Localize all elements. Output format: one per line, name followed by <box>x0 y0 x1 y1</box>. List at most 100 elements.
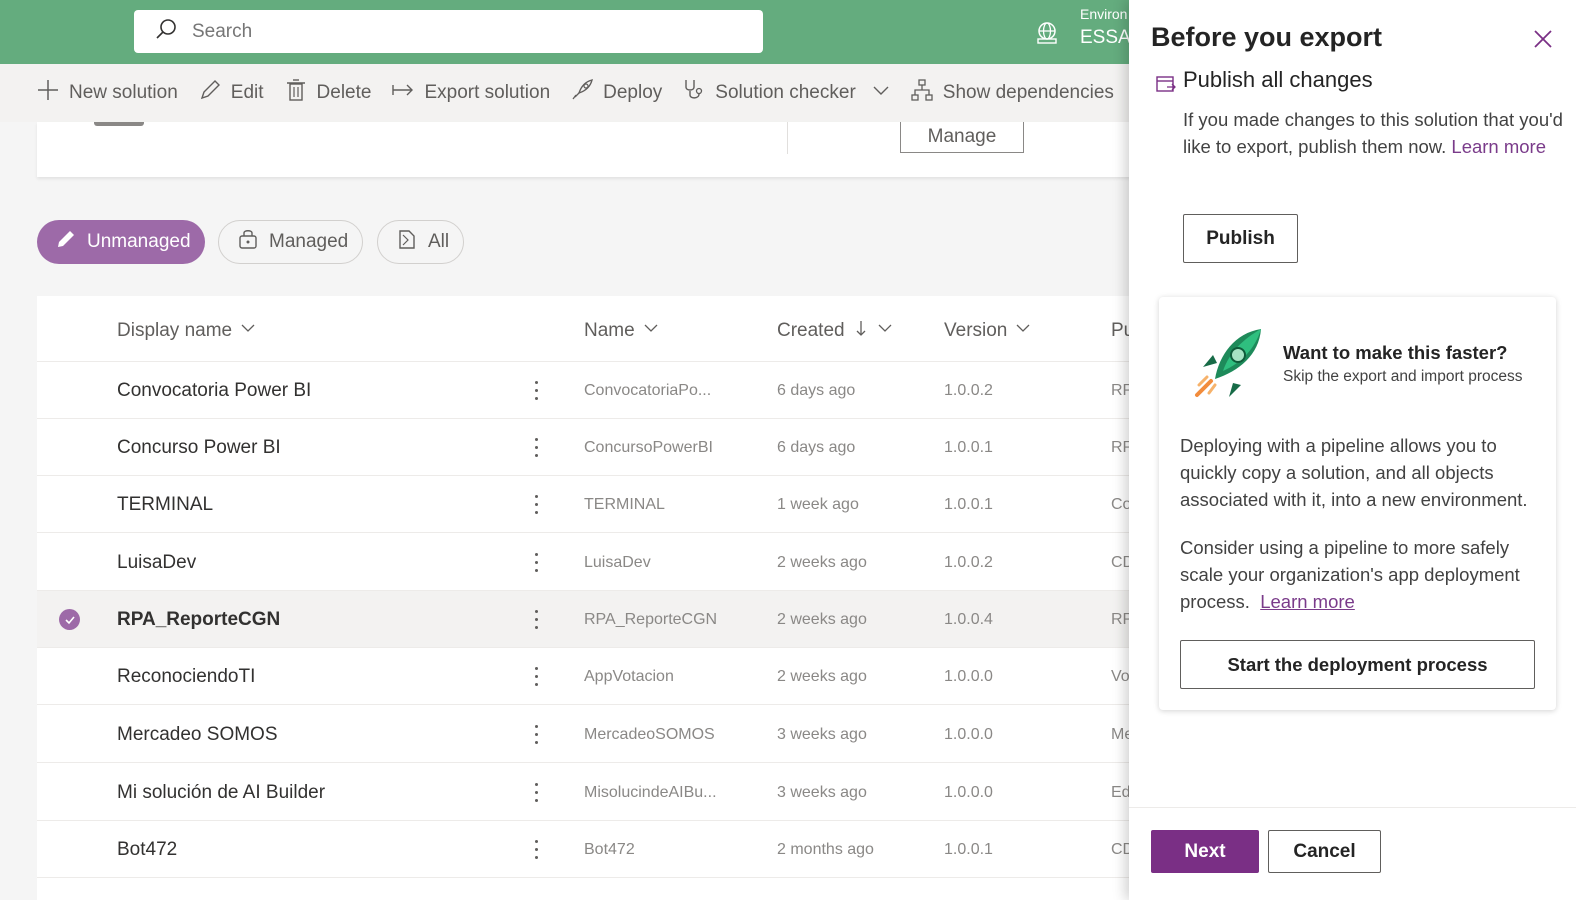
row-publisher: RP <box>1111 610 1131 628</box>
column-version-label: Version <box>944 320 1008 341</box>
pencil-icon <box>55 228 87 256</box>
more-options-icon[interactable] <box>527 419 545 476</box>
column-version[interactable]: Version <box>944 320 1031 342</box>
table-row[interactable]: Mi solución de AI Builder MisolucindeAIB… <box>37 764 1137 821</box>
table-row[interactable]: LuisaDev LuisaDev 2 weeks ago 1.0.0.2 CD <box>37 534 1137 591</box>
new-solution-label: New solution <box>69 82 178 103</box>
solution-checker-label: Solution checker <box>715 82 856 103</box>
column-display-name-label: Display name <box>117 320 233 341</box>
rocket-icon <box>570 78 603 108</box>
divider <box>1129 807 1576 808</box>
search-input[interactable]: Search <box>134 10 763 53</box>
table-row[interactable]: Mercadeo SOMOS MercadeoSOMOS 3 weeks ago… <box>37 706 1137 763</box>
publish-section-text: If you made changes to this solution tha… <box>1183 106 1563 160</box>
documents-icon <box>396 228 428 256</box>
row-display-name[interactable]: Mercadeo SOMOS <box>117 706 278 763</box>
row-display-name[interactable]: Concurso Power BI <box>117 419 281 476</box>
chevron-down-icon <box>232 320 256 342</box>
more-options-icon[interactable] <box>527 821 545 878</box>
chevron-down-icon <box>635 320 659 342</box>
panel-title: Before you export <box>1151 22 1383 52</box>
row-name: ConcursoPowerBI <box>584 438 713 456</box>
row-name: LuisaDev <box>584 553 651 571</box>
table-row[interactable]: TERMINAL TERMINAL 1 week ago 1.0.0.1 Co <box>37 476 1137 533</box>
solution-checker-button[interactable]: Solution checker <box>682 78 889 108</box>
row-publisher: Co <box>1111 495 1131 513</box>
column-created-label: Created <box>777 320 845 341</box>
filter-all[interactable]: All <box>377 220 464 264</box>
filter-managed[interactable]: Managed <box>218 220 363 264</box>
search-placeholder: Search <box>192 20 253 42</box>
column-name-label: Name <box>584 320 635 341</box>
more-options-icon[interactable] <box>527 591 545 648</box>
next-button[interactable]: Next <box>1151 830 1259 873</box>
row-name: RPA_ReporteCGN <box>584 610 718 628</box>
row-created: 2 weeks ago <box>777 667 867 685</box>
row-name: AppVotacion <box>584 667 674 685</box>
publish-button[interactable]: Publish <box>1183 214 1298 263</box>
row-publisher: RP <box>1111 381 1131 399</box>
learn-more-link[interactable]: Learn more <box>1260 591 1355 612</box>
edit-button[interactable]: Edit <box>198 78 264 108</box>
table-row[interactable]: Concurso Power BI ConcursoPowerBI 6 days… <box>37 419 1137 476</box>
selected-checkmark-icon[interactable] <box>59 609 80 630</box>
table-row[interactable]: Convocatoria Power BI ConvocatoriaPo... … <box>37 362 1137 419</box>
chevron-down-icon <box>1007 320 1031 342</box>
row-created: 2 months ago <box>777 840 874 858</box>
solutions-table: Display name Name Created Version Pu Con… <box>37 296 1137 900</box>
more-options-icon[interactable] <box>527 362 545 419</box>
row-version: 1.0.0.0 <box>944 667 993 685</box>
row-version: 1.0.0.2 <box>944 381 993 399</box>
row-version: 1.0.0.1 <box>944 495 993 513</box>
filter-unmanaged[interactable]: Unmanaged <box>37 220 205 264</box>
promo-paragraph-2: Consider using a pipeline to more safely… <box>1180 534 1550 615</box>
show-dependencies-button[interactable]: Show dependencies <box>910 78 1114 108</box>
more-options-icon[interactable] <box>527 534 545 591</box>
table-row[interactable]: ReconociendoTI AppVotacion 2 weeks ago 1… <box>37 648 1137 705</box>
publish-window-icon <box>1155 74 1177 96</box>
row-display-name[interactable]: ReconociendoTI <box>117 648 255 705</box>
delete-button[interactable]: Delete <box>284 78 371 108</box>
lock-bag-icon <box>237 228 269 256</box>
more-options-icon[interactable] <box>527 648 545 705</box>
more-options-icon[interactable] <box>527 764 545 821</box>
table-row[interactable]: Bot472 Bot472 2 months ago 1.0.0.1 CD <box>37 821 1137 878</box>
deploy-label: Deploy <box>603 82 663 103</box>
row-display-name[interactable]: TERMINAL <box>117 476 213 533</box>
toggle-switch[interactable] <box>94 122 144 126</box>
column-display-name[interactable]: Display name <box>117 320 256 342</box>
row-display-name[interactable]: LuisaDev <box>117 534 196 591</box>
export-solution-button[interactable]: Export solution <box>391 78 550 108</box>
chevron-down-icon <box>856 81 890 105</box>
row-display-name[interactable]: Mi solución de AI Builder <box>117 764 325 821</box>
more-options-icon[interactable] <box>527 706 545 763</box>
column-name[interactable]: Name <box>584 320 659 342</box>
hierarchy-icon <box>910 78 943 108</box>
row-version: 1.0.0.4 <box>944 610 993 628</box>
table-header: Display name Name Created Version Pu <box>37 296 1137 362</box>
manage-button[interactable]: Manage <box>900 122 1024 153</box>
row-version: 1.0.0.1 <box>944 840 993 858</box>
close-icon[interactable] <box>1532 28 1554 50</box>
show-dependencies-label: Show dependencies <box>942 82 1114 103</box>
learn-more-link[interactable]: Learn more <box>1451 136 1546 157</box>
environment-icon[interactable] <box>1034 20 1060 46</box>
pipeline-promo-card: Want to make this faster? Skip the expor… <box>1159 297 1556 710</box>
publish-section-title: Publish all changes <box>1183 67 1373 92</box>
row-name: TERMINAL <box>584 495 665 513</box>
more-options-icon[interactable] <box>527 476 545 533</box>
cancel-button[interactable]: Cancel <box>1268 830 1381 873</box>
start-deployment-button[interactable]: Start the deployment process <box>1180 640 1535 689</box>
row-display-name[interactable]: RPA_ReporteCGN <box>117 591 280 648</box>
promo-paragraph-1: Deploying with a pipeline allows you to … <box>1180 435 1528 510</box>
row-display-name[interactable]: Convocatoria Power BI <box>117 362 311 419</box>
row-created: 2 weeks ago <box>777 610 867 628</box>
table-row-selected[interactable]: RPA_ReporteCGN RPA_ReporteCGN 2 weeks ag… <box>37 591 1137 648</box>
deploy-button[interactable]: Deploy <box>570 78 662 108</box>
row-display-name[interactable]: Bot472 <box>117 821 177 878</box>
row-created: 6 days ago <box>777 438 856 456</box>
new-solution-button[interactable]: New solution <box>36 78 178 108</box>
column-created[interactable]: Created <box>777 320 893 342</box>
row-created: 1 week ago <box>777 495 859 513</box>
divider <box>787 122 788 154</box>
